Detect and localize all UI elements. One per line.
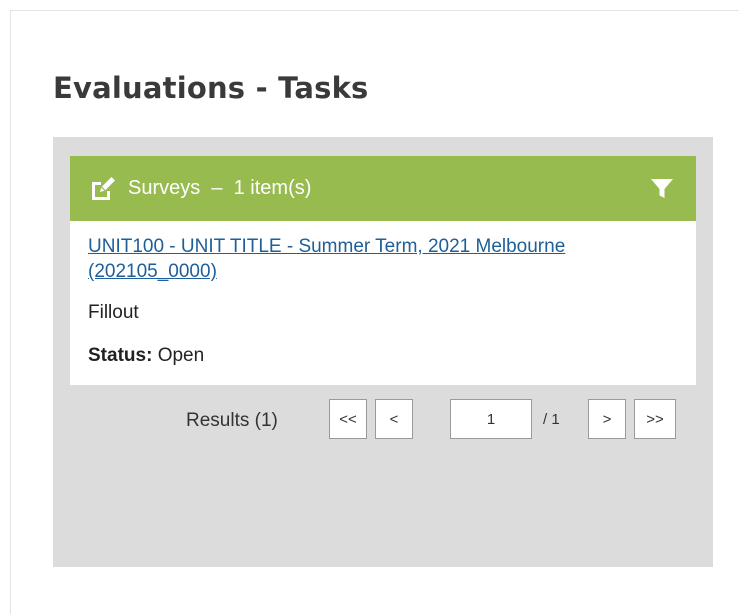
- next-page-button[interactable]: >: [588, 399, 626, 439]
- survey-link[interactable]: UNIT100 - UNIT TITLE - Summer Term, 2021…: [88, 234, 678, 284]
- panel-header: Surveys – 1 item(s): [70, 156, 696, 221]
- page-title: Evaluations - Tasks: [53, 71, 369, 105]
- surveys-panel: Surveys – 1 item(s) UNIT100 - UNIT TITLE…: [53, 137, 713, 567]
- edit-square-icon: [92, 177, 115, 200]
- last-page-button[interactable]: >>: [634, 399, 676, 439]
- page-number-input[interactable]: [450, 399, 532, 439]
- page-total: / 1: [543, 411, 560, 428]
- list-item: UNIT100 - UNIT TITLE - Summer Term, 2021…: [70, 221, 696, 385]
- prev-page-button[interactable]: <: [375, 399, 413, 439]
- content-frame: Evaluations - Tasks Surveys – 1 item(s) …: [10, 10, 739, 614]
- first-page-button[interactable]: <<: [329, 399, 367, 439]
- pagination: Results (1) << < / 1 > >>: [53, 399, 713, 443]
- filter-icon[interactable]: [650, 177, 674, 201]
- survey-status: Status: Open: [88, 345, 678, 367]
- results-count: Results (1): [186, 410, 278, 431]
- survey-type: Fillout: [88, 302, 139, 323]
- panel-title-separator: –: [211, 177, 223, 199]
- status-label: Status:: [88, 345, 153, 366]
- panel-title: Surveys – 1 item(s): [128, 177, 311, 200]
- status-value: Open: [157, 345, 205, 366]
- panel-title-label: Surveys: [128, 177, 201, 199]
- item-count: 1 item(s): [233, 177, 312, 199]
